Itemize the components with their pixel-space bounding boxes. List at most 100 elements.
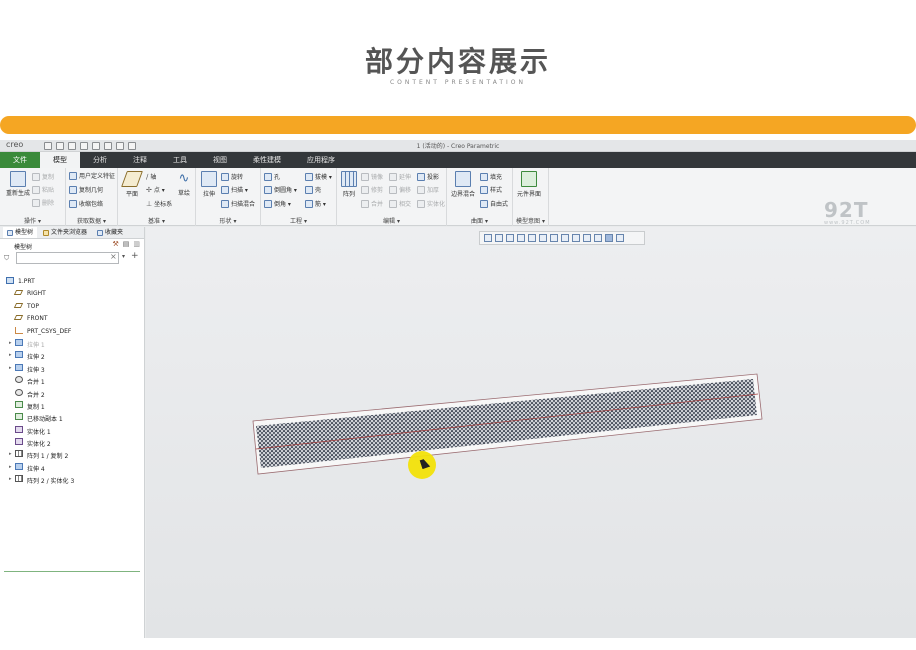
swept-blend-button[interactable]: 扫描混合 (221, 199, 255, 208)
navigator-tab-0[interactable]: 模型树 (3, 227, 38, 238)
tree-item[interactable]: ▸ 阵列 2 / 实体化 3 (0, 473, 144, 485)
group-label-operations[interactable]: 操作 ▾ (0, 216, 65, 225)
group-label-shapes[interactable]: 形状 ▾ (196, 216, 260, 225)
regenerate-button[interactable]: 重新生成 (6, 171, 30, 197)
thicken-button[interactable]: 加厚 (417, 185, 439, 194)
clear-search-icon[interactable]: × (110, 252, 117, 261)
expand-arrow-icon[interactable]: ▸ (9, 340, 12, 346)
tree-item[interactable]: RIGHT (0, 287, 144, 299)
tab-4[interactable]: 工具 (160, 152, 200, 168)
shell-button[interactable]: 壳 (305, 185, 321, 194)
expand-arrow-icon[interactable]: ▸ (9, 352, 12, 358)
tab-2[interactable]: 分析 (80, 152, 120, 168)
sweep-button[interactable]: 扫描 ▾ (221, 185, 248, 194)
tab-6[interactable]: 柔性建模 (240, 152, 294, 168)
tree-item[interactable]: 实体化 1 (0, 424, 144, 436)
mirror-button[interactable]: 镜像 (361, 172, 383, 181)
component-interface-button[interactable]: 元件界面 (517, 171, 541, 198)
copy-geometry-icon (69, 185, 77, 194)
tab-5[interactable]: 视图 (200, 152, 240, 168)
tree-item[interactable]: ▸ 拉伸 1 (0, 337, 144, 349)
datum-plane-button[interactable]: 平面 (121, 171, 143, 198)
tab-7[interactable]: 应用程序 (294, 152, 348, 168)
copy-button[interactable]: 复制 (32, 172, 54, 181)
tree-item[interactable]: 合并 2 (0, 387, 144, 399)
pattern-icon (15, 450, 23, 458)
project-button[interactable]: 投影 (417, 172, 439, 181)
chamfer-button[interactable]: 倒角 ▾ (264, 199, 291, 208)
hole-button[interactable]: 孔 (264, 172, 280, 181)
intersect-button[interactable]: 相交 (389, 199, 411, 208)
copy-geometry-button[interactable]: 复制几何 (69, 185, 103, 194)
pattern-button[interactable]: 阵列 (341, 171, 357, 198)
fill-button[interactable]: 填充 (480, 172, 502, 181)
shell-label: 壳 (315, 187, 322, 194)
datum-point-button[interactable]: ✢ 点 ▾ (146, 185, 165, 195)
group-label-datum[interactable]: 基准 ▾ (118, 216, 195, 225)
tree-item[interactable]: FRONT (0, 312, 144, 324)
group-label-surfaces[interactable]: 曲面 ▾ (447, 216, 512, 225)
filter-icon[interactable]: ⛉ (4, 254, 9, 263)
boundary-blend-button[interactable]: 边界混合 (451, 171, 475, 198)
feat-icon (15, 351, 23, 359)
draft-button[interactable]: 拔模 ▾ (305, 172, 332, 181)
navigator-tab-2[interactable]: 收藏夹 (93, 227, 127, 238)
solidify-button[interactable]: 实体化 (417, 199, 445, 208)
patterned-plate-model[interactable] (252, 373, 763, 475)
tree-item[interactable]: ▸ 拉伸 3 (0, 362, 144, 374)
tab-3[interactable]: 注释 (120, 152, 160, 168)
tab-0[interactable]: 文件 (0, 152, 40, 168)
merge-button[interactable]: 合并 (361, 199, 383, 208)
sketch-button[interactable]: ∿ 草绘 (178, 171, 190, 197)
expand-arrow-icon[interactable]: ▸ (9, 365, 12, 371)
expand-arrow-icon[interactable]: ▸ (9, 451, 12, 457)
group-label-model-intent[interactable]: 模型意图 ▾ (513, 216, 548, 225)
style-button[interactable]: 样式 (480, 185, 502, 194)
intersect-icon (389, 199, 397, 208)
columns-icon[interactable]: ▥ (133, 240, 140, 248)
settings-icon[interactable]: ⚒ (112, 240, 118, 248)
tree-item[interactable]: ▸ 拉伸 4 (0, 461, 144, 473)
expand-arrow-icon[interactable]: ▸ (9, 476, 12, 482)
hole-icon (264, 172, 272, 181)
trim-button[interactable]: 修剪 (361, 185, 383, 194)
freestyle-button[interactable]: 自由式 (480, 199, 508, 208)
expand-arrow-icon[interactable]: ▸ (9, 464, 12, 470)
tree-item[interactable]: TOP (0, 300, 144, 312)
tree-item[interactable]: 已移动副本 1 (0, 411, 144, 423)
folder-icon (43, 229, 50, 236)
ribbon-group-shapes: 拉伸 旋转 扫描 ▾ 扫描混合 形状 ▾ (196, 168, 261, 226)
navigator-tab-1[interactable]: 文件夹浏览器 (39, 227, 91, 238)
udf-button[interactable]: 用户定义特征 (69, 171, 115, 180)
delete-button[interactable]: 删除 (32, 198, 54, 207)
tree-item[interactable]: 合并 1 (0, 374, 144, 386)
paste-button[interactable]: 粘贴 (32, 185, 54, 194)
draft-label: 拔模 ▾ (315, 174, 332, 181)
tree-item[interactable]: PRT_CSYS_DEF (0, 325, 144, 337)
thicken-label: 加厚 (427, 187, 440, 194)
graphics-window[interactable] (146, 227, 916, 638)
offset-button[interactable]: 偏移 (389, 185, 411, 194)
extend-button[interactable]: 延伸 (389, 172, 411, 181)
tree-item[interactable]: 实体化 2 (0, 436, 144, 448)
tree-item[interactable]: 1.PRT (0, 275, 144, 287)
model-tree-search-input[interactable] (16, 252, 119, 264)
show-icon[interactable]: ▤ (123, 240, 130, 248)
round-button[interactable]: 倒圆角 ▾ (264, 185, 297, 194)
datum-axis-button[interactable]: ∕ 轴 (146, 172, 156, 182)
rib-button[interactable]: 筋 ▾ (305, 199, 326, 208)
tree-item[interactable]: 复制 1 (0, 399, 144, 411)
revolve-button[interactable]: 旋转 (221, 172, 243, 181)
add-filter-icon[interactable]: + (131, 251, 139, 261)
group-label-engineering[interactable]: 工程 ▾ (261, 216, 336, 225)
shrinkwrap-button[interactable]: 收缩包络 (69, 199, 103, 208)
chevron-down-icon[interactable]: ▾ (122, 253, 125, 260)
group-label-editing[interactable]: 编辑 ▾ (337, 216, 446, 225)
datum-csys-button[interactable]: ⊥ 坐标系 (146, 199, 172, 209)
tab-1[interactable]: 模型 (40, 152, 80, 168)
rib-label: 筋 ▾ (315, 201, 326, 208)
tree-item[interactable]: ▸ 拉伸 2 (0, 349, 144, 361)
tree-item[interactable]: ▸ 阵列 1 / 复制 2 (0, 448, 144, 460)
group-label-get-data[interactable]: 获取数据 ▾ (66, 216, 117, 225)
extrude-button[interactable]: 拉伸 (201, 171, 217, 198)
